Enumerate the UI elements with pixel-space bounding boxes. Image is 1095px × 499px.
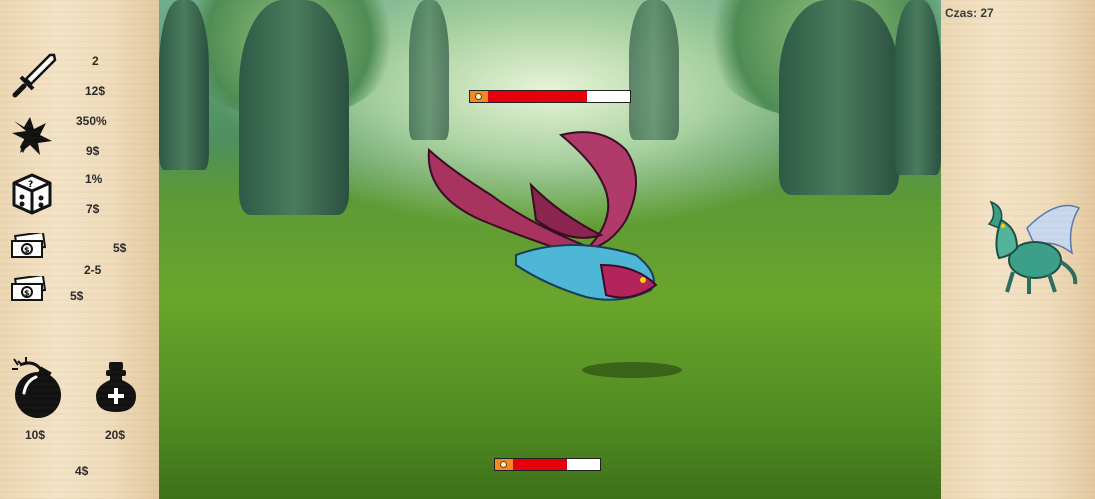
enemy-health-fill <box>488 91 587 102</box>
money-icon[interactable]: $ <box>10 233 46 259</box>
bomb-icon[interactable] <box>10 355 66 421</box>
player-health-fill <box>513 459 567 470</box>
potion-price: 20$ <box>105 428 126 442</box>
money2-price: 5$ <box>70 289 84 303</box>
sword-price: 12$ <box>85 84 106 98</box>
money2-range: 2-5 <box>84 263 102 277</box>
tree-trunk <box>239 0 349 215</box>
player-health-bar <box>494 458 601 471</box>
battle-scene <box>159 0 941 499</box>
tree-trunk <box>779 0 899 195</box>
svg-text:$: $ <box>24 289 30 298</box>
bomb-price: 10$ <box>25 428 46 442</box>
enemy-shadow <box>582 362 682 378</box>
luck-price: 7$ <box>86 202 100 216</box>
crit-value: 350% <box>76 114 107 128</box>
health-potion-icon[interactable] <box>94 362 138 414</box>
extra-price: 4$ <box>75 464 89 478</box>
luck-value: 1% <box>85 172 103 186</box>
enemy-badge-icon <box>470 91 488 102</box>
critical-hit-icon[interactable] <box>10 113 56 159</box>
timer-label: Czas: 27 <box>945 6 994 20</box>
info-panel: Czas: 27 <box>941 0 1095 499</box>
player-badge-icon <box>495 459 513 470</box>
tree-trunk <box>409 0 449 140</box>
tree-trunk <box>894 0 941 175</box>
enemy-health-bar <box>469 90 631 103</box>
crit-price: 9$ <box>86 144 100 158</box>
svg-text:$: $ <box>24 246 30 255</box>
sword-level: 2 <box>92 54 99 68</box>
bat-dragon-enemy[interactable] <box>421 125 681 310</box>
svg-text:?: ? <box>28 180 33 190</box>
shop-panel: 2 12$ 350% 9$ ? 1% 7$ $ 5$ 2-5 $ 5$ 10$ … <box>0 0 159 499</box>
sword-icon[interactable] <box>10 52 58 100</box>
dice-icon[interactable]: ? <box>10 172 54 216</box>
money1-price: 5$ <box>113 241 127 255</box>
money-icon[interactable]: $ <box>10 276 46 302</box>
green-dragon-icon[interactable] <box>977 198 1081 298</box>
tree-trunk <box>159 0 209 170</box>
tree-trunk <box>629 0 679 140</box>
